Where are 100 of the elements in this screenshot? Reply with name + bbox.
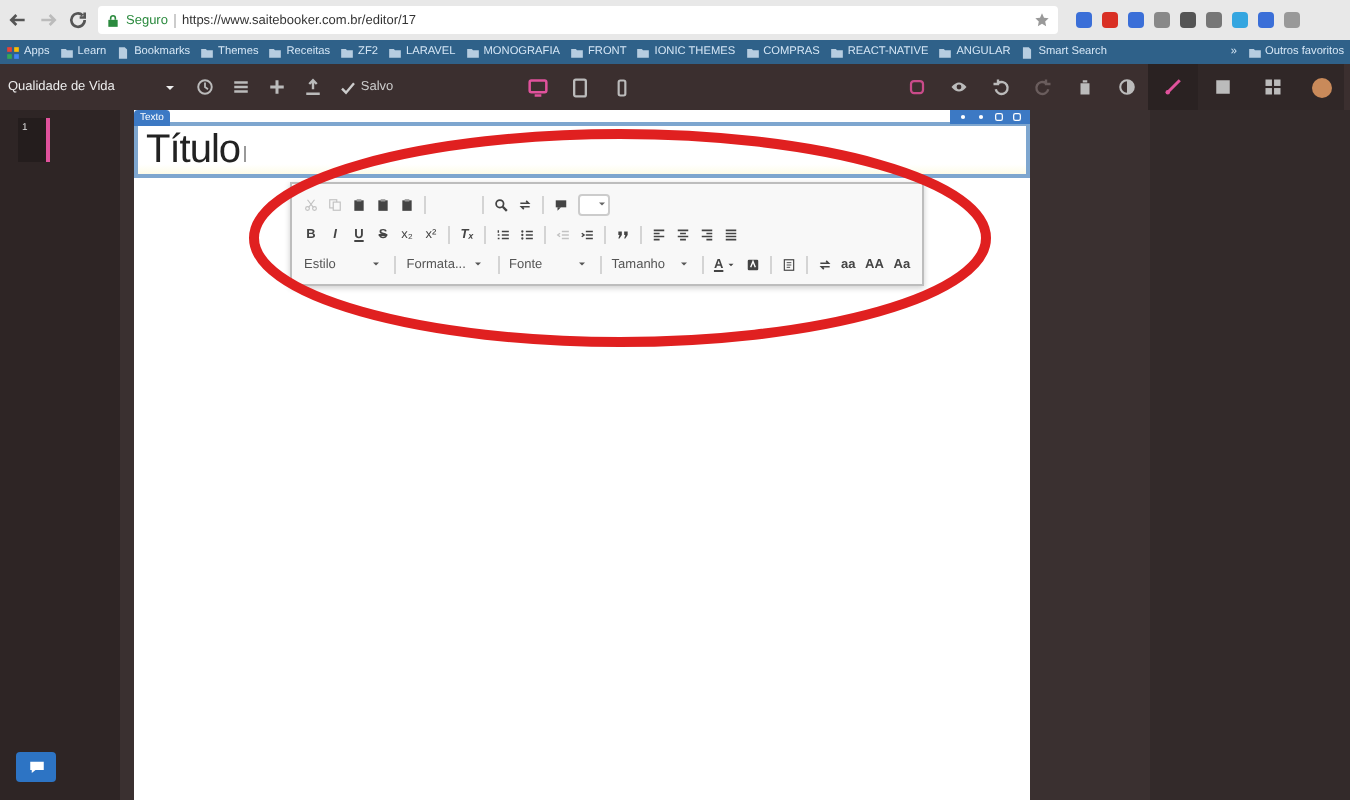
scissors-icon [304, 197, 318, 211]
clipboard-icon [352, 197, 366, 211]
indent-button[interactable] [580, 227, 594, 241]
folder-icon [268, 45, 283, 59]
chat-icon [27, 758, 45, 776]
caret-icon [370, 258, 382, 270]
forward-arrow-icon [38, 10, 58, 30]
folder-icon [745, 45, 760, 59]
redo-icon [1034, 78, 1052, 96]
document-button[interactable] [781, 257, 796, 271]
select-field[interactable] [578, 193, 610, 215]
document-icon [781, 257, 796, 271]
numbered-list-icon [496, 227, 510, 241]
check-icon [340, 79, 357, 95]
brush-icon [1164, 78, 1182, 96]
reload-button[interactable] [68, 10, 88, 30]
quote-button[interactable] [616, 227, 630, 241]
swap-arrows-icon [518, 197, 532, 211]
chat-button[interactable] [16, 752, 56, 782]
list-icon [232, 78, 251, 96]
bullet-list-icon [520, 227, 534, 241]
align-right-button[interactable] [700, 227, 714, 241]
eye-button[interactable] [950, 78, 968, 96]
clipboard-icon [376, 197, 390, 211]
copy-icon [328, 197, 342, 211]
back-arrow-icon [8, 10, 28, 30]
align-left-button[interactable] [652, 227, 666, 241]
indent-icon [580, 227, 594, 241]
upload-icon [304, 78, 323, 96]
swap-arrows-button[interactable] [518, 197, 532, 211]
caret-icon [596, 198, 608, 210]
add-button[interactable] [268, 78, 287, 96]
background-color-button[interactable] [745, 257, 760, 271]
reload-icon [68, 10, 88, 30]
page-icon [116, 45, 131, 59]
caret-icon [575, 258, 588, 270]
speech-bubble-button[interactable] [554, 197, 568, 211]
title-text: Título [146, 127, 241, 173]
folder-icon [1247, 45, 1262, 59]
phone-view-button[interactable] [612, 77, 632, 97]
folder-icon [829, 45, 844, 59]
contrast-button[interactable] [1118, 78, 1136, 96]
tablet-view-button[interactable] [570, 77, 590, 97]
search-button[interactable] [494, 197, 508, 211]
eye-icon [950, 78, 968, 96]
folder-icon [387, 45, 402, 59]
align-justify-icon [724, 227, 738, 241]
clock-icon [196, 78, 215, 96]
folder-icon [938, 45, 953, 59]
dot-icon [958, 112, 968, 122]
clipboard-icon [400, 197, 414, 211]
caret-icon [725, 259, 736, 269]
star-icon [1034, 12, 1050, 28]
align-center-button[interactable] [676, 227, 690, 241]
tablet-icon [570, 77, 590, 97]
desktop-view-button[interactable] [528, 77, 548, 97]
trash-icon [1076, 78, 1094, 96]
folder-icon [465, 45, 480, 59]
square-button[interactable] [908, 78, 926, 96]
folder-icon [636, 45, 651, 59]
list-button[interactable] [232, 78, 251, 96]
numbered-list-button[interactable] [496, 227, 510, 241]
speech-bubble-icon [554, 197, 568, 211]
swap-arrows-icon [817, 257, 832, 271]
clipboard-button[interactable] [400, 197, 414, 211]
avatar[interactable] [1312, 77, 1332, 97]
history-button[interactable] [196, 78, 215, 96]
quote-icon [616, 227, 630, 241]
caret-icon [472, 258, 485, 270]
caret-icon [677, 258, 690, 270]
align-left-icon [652, 227, 666, 241]
undo-icon [992, 78, 1010, 96]
contrast-icon [1118, 78, 1136, 96]
clipboard-button[interactable] [352, 197, 366, 211]
align-center-icon [676, 227, 690, 241]
swap-arrows-button[interactable] [817, 257, 832, 271]
square-icon [1012, 112, 1022, 122]
undo-button[interactable] [992, 78, 1010, 96]
background-color-icon [745, 257, 760, 271]
square-icon [994, 112, 1004, 122]
align-right-icon [700, 227, 714, 241]
panel-icon [1214, 78, 1232, 96]
search-icon [494, 197, 508, 211]
folder-icon [570, 45, 584, 59]
align-justify-button[interactable] [724, 227, 738, 241]
folder-icon [340, 45, 355, 59]
clipboard-button[interactable] [376, 197, 390, 211]
dot-icon [976, 112, 986, 122]
desktop-icon [528, 77, 548, 97]
apps-grid-icon [6, 45, 20, 59]
back-arrow-button[interactable] [8, 10, 28, 30]
folder-icon [59, 45, 74, 59]
upload-button[interactable] [304, 78, 323, 96]
square-icon [908, 78, 926, 96]
folder-icon [200, 45, 215, 59]
bullet-list-button[interactable] [520, 227, 534, 241]
lock-icon [106, 13, 120, 27]
trash-button[interactable] [1076, 78, 1094, 96]
outdent-icon [556, 227, 570, 241]
grid-icon [1264, 78, 1282, 96]
